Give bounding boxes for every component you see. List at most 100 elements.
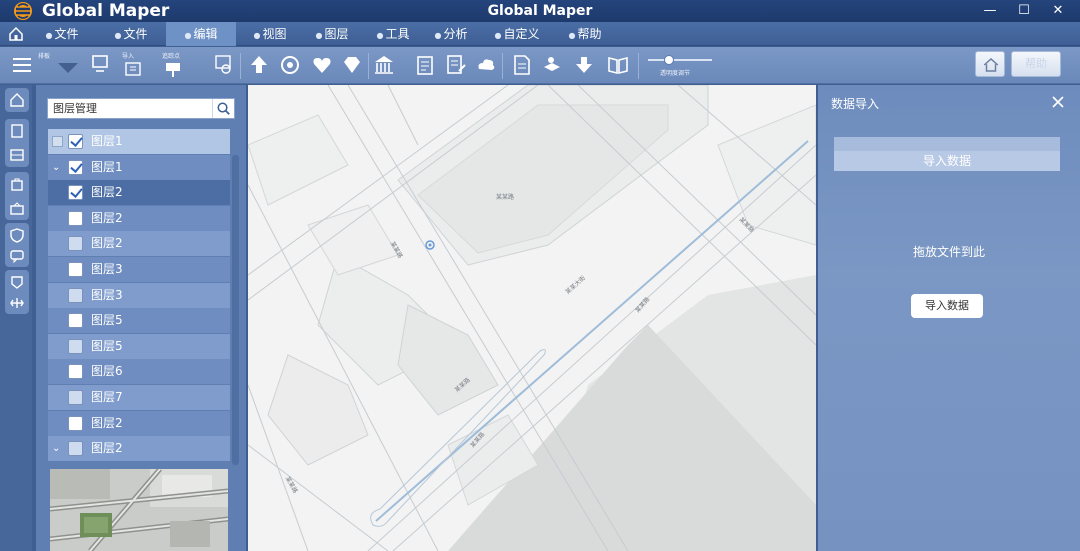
layer-checkbox[interactable] <box>68 236 83 252</box>
clipboard-tool-group <box>5 119 29 167</box>
map-canvas[interactable]: 某某路 某某大街 某某路 某某路 某某路 某某路 某某路 某某路 <box>248 85 816 551</box>
bag-tool-group <box>5 172 29 220</box>
layer-row[interactable]: 图层2 <box>48 231 230 257</box>
layer-label: 图层2 <box>91 185 123 200</box>
cloud-icon[interactable] <box>474 53 498 77</box>
layer-checkbox[interactable] <box>68 185 83 201</box>
page-icon[interactable] <box>510 53 534 77</box>
minimize-button[interactable]: — <box>975 0 1005 22</box>
menu-customize[interactable]: ● 自定义 <box>488 22 546 46</box>
group-select-box[interactable] <box>52 136 63 147</box>
close-window-button[interactable]: ✕ <box>1043 0 1073 22</box>
app-logo-text: Global Maper <box>42 1 170 21</box>
layer-checkbox[interactable] <box>68 441 83 457</box>
trace-point-icon[interactable] <box>162 59 186 83</box>
menu-file-1[interactable]: ● 文件 <box>38 22 86 46</box>
layer-search-placeholder: 图层管理 <box>53 102 97 115</box>
layer-label: 图层6 <box>91 364 123 379</box>
monitor-icon[interactable] <box>90 53 114 77</box>
menu-view[interactable]: ● 视图 <box>246 22 294 46</box>
import-icon[interactable] <box>122 59 146 83</box>
menu-tools[interactable]: ● 工具 <box>370 22 416 46</box>
layer-panel: 图层管理 图层1 ⌄ 图层1 图层2 图层2 图层2 图层3 图层3 图层5 图层5 图层6 图层7 图… <box>36 85 246 551</box>
home-outline-icon <box>983 57 999 72</box>
layer-label: 图层5 <box>91 313 123 328</box>
layer-checkbox[interactable] <box>68 159 83 175</box>
menu-layer[interactable]: ● 图层 <box>308 22 356 46</box>
layer-checkbox[interactable] <box>68 415 83 431</box>
transparency-slider-thumb[interactable] <box>664 55 674 65</box>
layer-checkbox[interactable] <box>68 210 83 226</box>
layer-row[interactable]: 图层5 <box>48 333 230 359</box>
layer-label: 图层2 <box>91 441 123 456</box>
book-icon[interactable] <box>606 53 630 77</box>
arrow-up-icon[interactable] <box>247 53 271 77</box>
layer-checkbox[interactable] <box>68 262 83 277</box>
layer-row[interactable]: 图层3 <box>48 257 230 282</box>
heart-icon[interactable] <box>310 53 334 77</box>
layer-checkbox[interactable] <box>68 338 83 354</box>
layer-row[interactable]: 图层7 <box>48 385 230 410</box>
menu-help[interactable]: ● 帮助 <box>562 22 608 46</box>
menu-edit[interactable]: ● 编辑 <box>166 22 236 46</box>
overview-map-thumbnail[interactable] <box>50 469 228 551</box>
menu-file-2[interactable]: ● 文件 <box>108 22 154 46</box>
layer-row[interactable]: ⌄ 图层2 <box>48 436 230 462</box>
shield-icon[interactable] <box>9 227 25 243</box>
measure-icon[interactable] <box>9 295 25 311</box>
import-tab-strip <box>834 137 1060 151</box>
search-icon[interactable] <box>212 99 234 118</box>
transparency-slider-track[interactable] <box>648 59 712 61</box>
chat-icon[interactable] <box>9 248 25 264</box>
layer-row[interactable]: ⌄ 图层1 <box>48 154 230 180</box>
import-data-button[interactable]: 导入数据 <box>911 294 983 318</box>
layer-checkbox[interactable] <box>68 364 83 380</box>
toolbar-separator <box>240 53 241 79</box>
layer-checkbox[interactable] <box>68 134 83 149</box>
import-data-tab[interactable]: 导入数据 <box>834 151 1060 171</box>
layers-edit-icon[interactable] <box>540 53 564 77</box>
layer-row[interactable]: 图层1 <box>48 129 230 154</box>
app-logo-icon <box>14 2 32 20</box>
layer-checkbox[interactable] <box>68 390 83 405</box>
home-icon[interactable] <box>9 92 25 108</box>
layer-list-scrollbar[interactable] <box>232 155 239 465</box>
layer-label: 图层3 <box>91 287 123 302</box>
clipboard-icon[interactable] <box>413 53 437 77</box>
bag-icon[interactable] <box>9 176 25 192</box>
expand-chevron-icon[interactable]: ⌄ <box>52 436 60 461</box>
archive-icon[interactable] <box>9 147 25 163</box>
layer-row[interactable]: 图层2 <box>48 410 230 436</box>
gem-icon[interactable] <box>340 53 364 77</box>
map-pin-icon[interactable] <box>212 53 236 77</box>
layer-checkbox[interactable] <box>68 313 83 329</box>
layer-row[interactable]: 图层2 <box>48 180 230 206</box>
layer-row[interactable]: 图层6 <box>48 359 230 385</box>
layer-row[interactable]: 图层5 <box>48 308 230 334</box>
list-icon[interactable] <box>10 53 34 77</box>
dropdown-arrow-icon[interactable] <box>56 57 80 81</box>
layer-search-input[interactable]: 图层管理 <box>47 98 235 119</box>
drop-zone-hint: 拖放文件到此 <box>912 245 985 259</box>
download-arrow-icon[interactable] <box>572 53 596 77</box>
document-edit-icon[interactable] <box>444 53 468 77</box>
tag-icon[interactable] <box>9 274 25 290</box>
transparency-slider-label: 透明度调节 <box>660 70 691 77</box>
layer-checkbox[interactable] <box>68 287 83 303</box>
maximize-button[interactable]: ☐ <box>1009 0 1039 22</box>
expand-chevron-icon[interactable]: ⌄ <box>52 155 60 180</box>
close-icon[interactable] <box>1050 94 1066 110</box>
home-icon[interactable] <box>0 22 32 46</box>
layer-label: 图层5 <box>91 338 123 353</box>
clipboard-icon[interactable] <box>9 123 25 139</box>
layer-label: 图层2 <box>91 236 123 251</box>
layer-row[interactable]: 图层2 <box>48 205 230 231</box>
target-icon[interactable] <box>278 53 302 77</box>
home-view-button[interactable] <box>975 51 1005 77</box>
menu-analysis[interactable]: ● 分析 <box>428 22 474 46</box>
tag-tool-group <box>5 270 29 314</box>
building-icon[interactable] <box>372 53 396 77</box>
help-button[interactable]: 帮助 <box>1011 51 1061 77</box>
briefcase-icon[interactable] <box>9 200 25 216</box>
layer-row[interactable]: 图层3 <box>48 282 230 308</box>
